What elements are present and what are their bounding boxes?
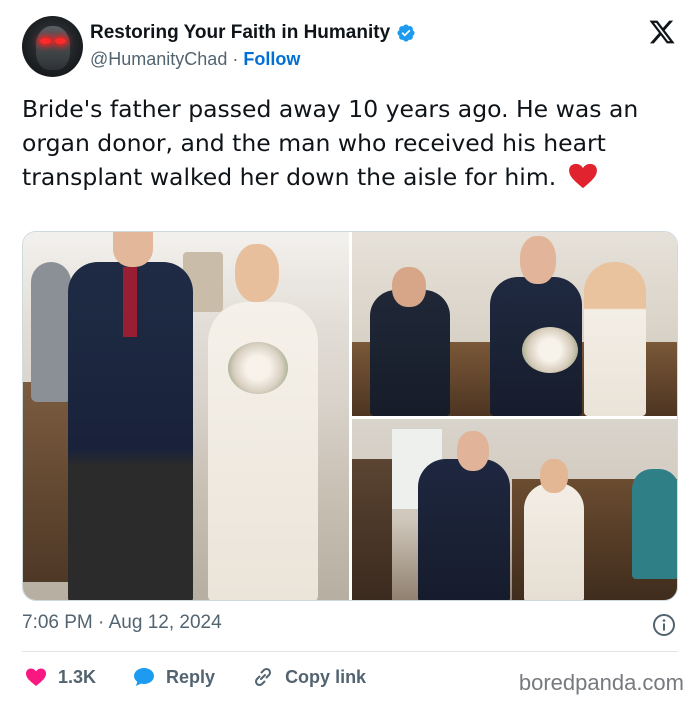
avatar-eye-left [40,38,51,44]
link-icon [255,667,272,687]
media-grid [22,231,678,601]
bride-back [584,262,646,416]
reply-label: Reply [166,666,216,687]
reply-bubble-icon [134,668,155,686]
like-button[interactable]: 1.3K [24,665,96,689]
bride-face [235,244,279,302]
watermark: boredpanda.com [518,670,684,695]
author-avatar[interactable] [22,16,83,77]
timestamp-separator: · [98,612,105,633]
tweet-body: Bride's father passed away 10 years ago.… [22,95,639,191]
handle-row: @HumanityChad · Follow [90,49,300,70]
father-face-2 [520,236,556,284]
copy-link-button[interactable]: Copy link [251,665,366,689]
photo-church-aisle[interactable] [352,419,677,600]
info-icon[interactable] [652,613,676,637]
follow-button[interactable]: Follow [243,49,300,69]
father-figure-3 [418,459,510,600]
avatar-face [36,26,70,70]
photo-walking-down-aisle[interactable] [23,232,349,600]
photo-greeting-groom[interactable] [352,232,677,416]
bride-face-3 [540,459,568,493]
avatar-eye-right [55,38,66,44]
groom-face [392,267,426,307]
verified-badge-icon [397,24,415,42]
guest-left [31,262,71,402]
father-tie [123,267,137,337]
name-row: Restoring Your Faith in Humanity [90,22,416,44]
tweet-timestamp[interactable]: 7:06 PM · Aug 12, 2024 [22,612,222,634]
like-count: 1.3K [58,666,97,687]
tweet-date: Aug 12, 2024 [108,612,222,633]
bouquet [228,342,288,394]
bride-figure-3 [524,483,584,600]
guest-teal-dress [632,469,677,579]
heart-icon [26,668,46,686]
bouquet-2 [522,327,578,373]
father-face [113,232,153,267]
handle-separator: · [232,49,239,69]
action-bar: 1.3K Reply Copy link [24,664,402,690]
divider [22,651,678,652]
author-handle[interactable]: @HumanityChad [90,49,227,69]
red-heart-icon [568,163,597,189]
tweet-time: 7:06 PM [22,612,93,633]
author-display-name[interactable]: Restoring Your Faith in Humanity [90,22,390,44]
guests-left [352,459,392,600]
tweet-header: Restoring Your Faith in Humanity @Humani… [22,16,682,78]
tweet-text: Bride's father passed away 10 years ago.… [22,92,682,194]
copy-link-label: Copy link [285,666,367,687]
father-face-3 [457,431,489,471]
x-logo-icon[interactable] [648,18,676,46]
groom-figure [370,290,450,416]
reply-button[interactable]: Reply [132,665,215,689]
